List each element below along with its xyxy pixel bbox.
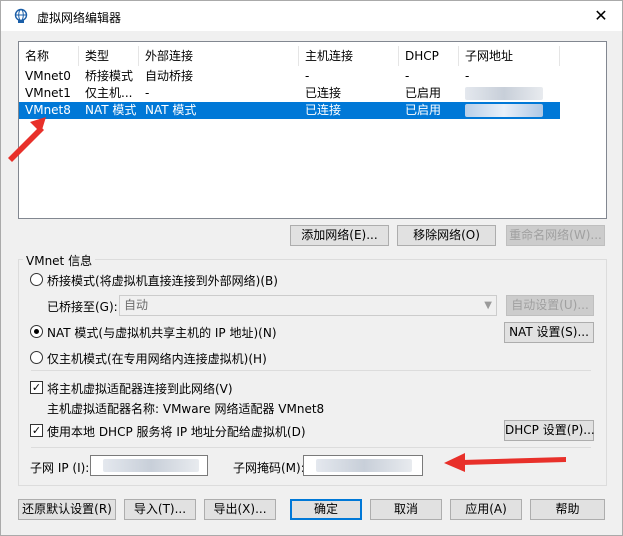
row-cell: NAT 模式 [85,103,137,117]
row-cell: - [465,69,470,83]
row-cell: NAT 模式 [145,103,197,117]
redaction-blur [465,104,543,117]
row-cell: VMnet1 [25,86,71,100]
column-header-type[interactable]: 类型 [79,46,139,66]
nat-settings-button[interactable]: NAT 设置(S)... [504,322,594,343]
column-header-name[interactable]: 名称 [19,46,79,66]
row-cell: 已启用 [405,103,442,117]
row-cell: - [405,69,410,83]
nat-mode-label[interactable]: NAT 模式(与虚拟机共享主机的 IP 地址)(N) [47,324,277,341]
divider [31,370,591,371]
vmnet-info-group [18,259,607,486]
host-only-radio[interactable] [30,351,43,364]
host-only-label[interactable]: 仅主机模式(在专用网络内连接虚拟机)(H) [47,350,267,367]
title-bar: 虚拟网络编辑器 ✕ [1,1,622,31]
bridge-mode-radio[interactable] [30,273,43,286]
bridge-mode-label[interactable]: 桥接模式(将虚拟机直接连接到外部网络)(B) [47,272,278,289]
virtual-network-editor-window: 虚拟网络编辑器 ✕ 名称 类型 外部连接 主机连接 DHCP 子网地址 VMne… [0,0,623,536]
row-cell: VMnet0 [25,69,71,83]
auto-settings-button[interactable]: 自动设置(U)... [506,295,594,316]
redacted-subnet [459,85,560,102]
row-cell: - [145,86,150,100]
adapter-name-text: 主机虚拟适配器名称: VMware 网络适配器 VMnet8 [47,402,325,416]
restore-defaults-button[interactable]: 还原默认设置(R) [18,499,116,520]
help-button[interactable]: 帮助 [530,499,605,520]
divider [31,447,591,448]
network-globe-icon [14,8,28,23]
network-list[interactable]: 名称 类型 外部连接 主机连接 DHCP 子网地址 VMnet0 桥接模式 自动… [18,41,607,219]
redaction-blur [465,87,543,100]
close-button[interactable]: ✕ [590,5,612,27]
row-cell: VMnet8 [25,103,71,117]
row-cell: 自动桥接 [145,69,194,83]
window-title: 虚拟网络编辑器 [37,11,122,25]
table-row-vmnet1[interactable]: VMnet1 仅主机... - 已连接 已启用 [19,85,560,102]
import-button[interactable]: 导入(T)... [124,499,196,520]
row-cell: 已启用 [405,86,442,100]
connect-adapter-label[interactable]: 将主机虚拟适配器连接到此网络(V) [47,380,233,397]
column-header-external[interactable]: 外部连接 [139,46,299,66]
apply-button[interactable]: 应用(A) [450,499,522,520]
redaction-blur [103,459,199,472]
ok-button[interactable]: 确定 [290,499,362,520]
bridged-to-value: 自动 [124,298,149,312]
bridged-to-select[interactable]: 自动 ▼ [119,295,497,316]
chevron-down-icon: ▼ [484,300,492,311]
table-row-vmnet0[interactable]: VMnet0 桥接模式 自动桥接 - - - [19,68,560,85]
remove-network-button[interactable]: 移除网络(O) [397,225,496,246]
use-dhcp-label[interactable]: 使用本地 DHCP 服务将 IP 地址分配给虚拟机(D) [47,423,306,440]
export-button[interactable]: 导出(X)... [204,499,276,520]
table-row-vmnet8[interactable]: VMnet8 NAT 模式 NAT 模式 已连接 已启用 [19,102,560,119]
row-cell: 桥接模式 [85,69,134,83]
rename-network-button[interactable]: 重命名网络(W)... [506,225,605,246]
use-dhcp-checkbox[interactable]: ✓ [30,424,43,437]
redaction-blur [316,459,412,472]
row-cell: 已连接 [305,103,342,117]
row-cell: 仅主机... [85,86,133,100]
subnet-mask-label: 子网掩码(M): [233,461,305,475]
cancel-button[interactable]: 取消 [370,499,442,520]
vmnet-info-title: VMnet 信息 [23,252,96,269]
subnet-ip-field[interactable] [90,455,208,476]
subnet-ip-label: 子网 IP (I): [30,461,90,475]
row-cell: 已连接 [305,86,342,100]
dhcp-settings-button[interactable]: DHCP 设置(P)... [504,420,595,441]
bridged-to-label: 已桥接至(G): [47,300,118,314]
column-header-subnet[interactable]: 子网地址 [459,46,560,66]
column-header-dhcp[interactable]: DHCP [399,46,459,66]
list-header: 名称 类型 外部连接 主机连接 DHCP 子网地址 [19,46,560,66]
column-header-host[interactable]: 主机连接 [299,46,399,66]
connect-adapter-checkbox[interactable]: ✓ [30,381,43,394]
nat-mode-radio[interactable] [30,325,43,338]
redacted-subnet [459,102,560,119]
subnet-mask-field[interactable] [303,455,423,476]
add-network-button[interactable]: 添加网络(E)... [290,225,389,246]
row-cell: - [305,69,310,83]
